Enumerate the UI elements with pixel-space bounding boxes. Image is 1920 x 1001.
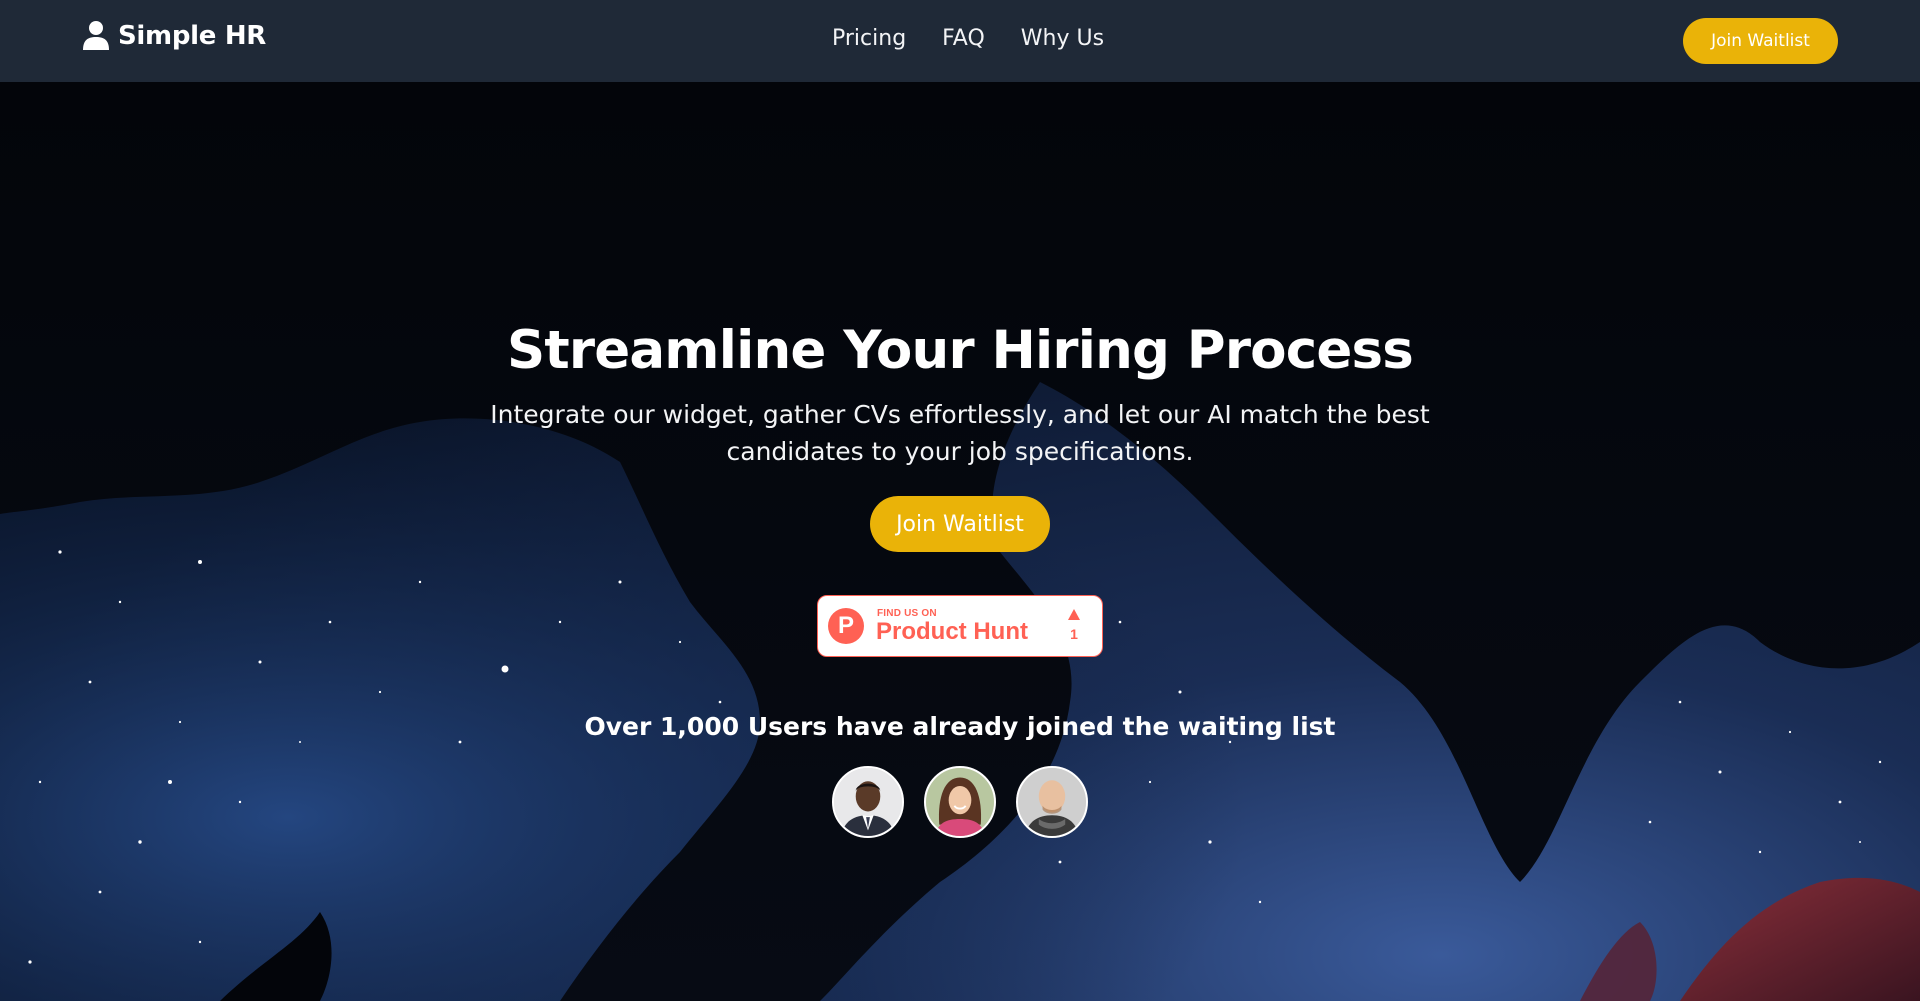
nav-link-why-us[interactable]: Why Us [1021,26,1104,51]
hero-section: Streamline Your Hiring Process Integrate… [0,82,1920,1001]
product-hunt-badge[interactable]: P FIND US ON Product Hunt 1 [817,595,1103,657]
avatar-man-suit [832,766,904,838]
join-waitlist-nav-button[interactable]: Join Waitlist [1683,18,1838,64]
nav-link-faq[interactable]: FAQ [942,26,985,51]
brand-name: Simple HR [118,21,267,51]
main-nav: Pricing FAQ Why Us [832,26,1104,51]
avatar-woman-smiling [924,766,996,838]
brand-logo[interactable]: Simple HR [82,20,266,52]
join-waitlist-hero-button[interactable]: Join Waitlist [870,496,1050,552]
upvote-arrow-icon [1068,609,1080,620]
user-icon [83,21,109,50]
hero-content: Streamline Your Hiring Process Integrate… [0,82,1920,1001]
hero-subtitle: Integrate our widget, gather CVs effortl… [490,400,1430,466]
product-hunt-title: Product Hunt [876,618,1028,645]
hero-headline: Streamline Your Hiring Process [506,320,1414,381]
social-proof-text: Over 1,000 Users have already joined the… [584,712,1336,741]
top-navbar: Simple HR Pricing FAQ Why Us Join Waitli… [0,0,1920,82]
upvote-count: 1 [1070,626,1078,642]
avatar-group [832,766,1088,838]
nav-link-pricing[interactable]: Pricing [832,26,906,51]
product-hunt-icon: P [828,608,864,644]
avatar-man-bald [1016,766,1088,838]
